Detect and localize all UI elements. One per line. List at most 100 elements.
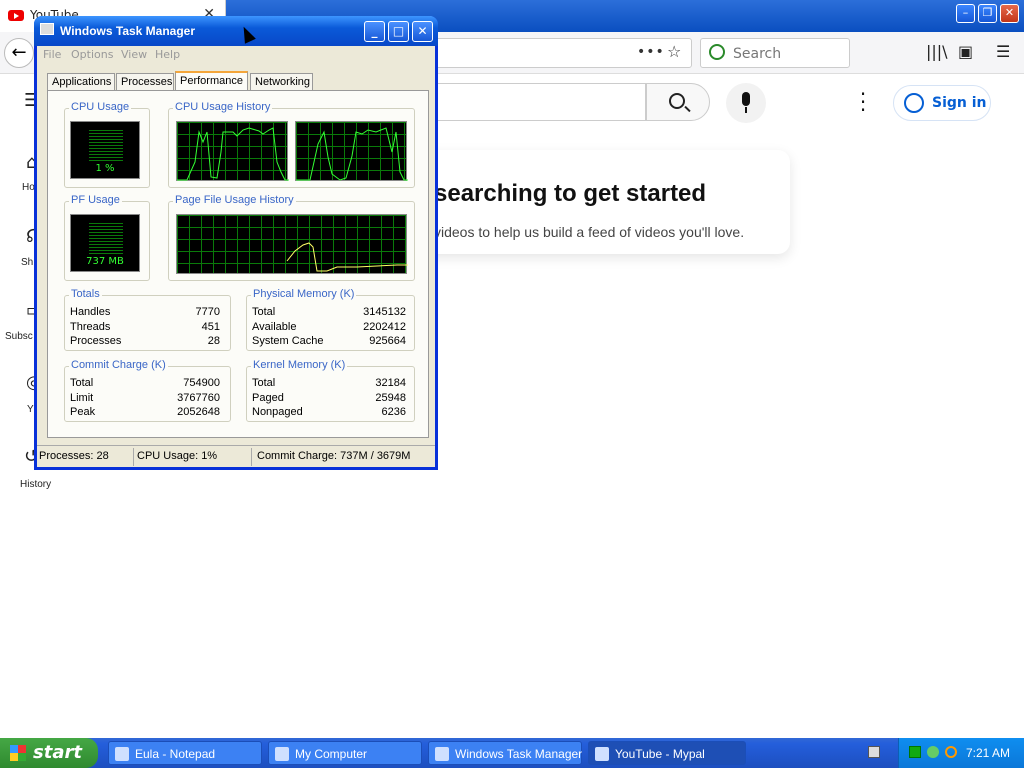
browser-search-input[interactable]: Search xyxy=(700,38,850,68)
status-processes: Processes: 28 xyxy=(39,450,109,462)
totals-value: 451 xyxy=(201,321,220,333)
sidebar-item-history[interactable]: History xyxy=(20,479,51,490)
tm-maximize-button[interactable]: □ xyxy=(388,21,409,42)
youtube-icon xyxy=(8,10,24,21)
bookmark-star-icon[interactable]: ☆ xyxy=(667,42,681,61)
cpu-history-title: CPU Usage History xyxy=(173,101,273,113)
cc-label: Limit xyxy=(70,392,94,404)
taskbar: start Eula - Notepad My Computer Windows… xyxy=(0,738,1024,768)
start-button[interactable]: start xyxy=(0,738,98,768)
status-cpu: CPU Usage: 1% xyxy=(137,450,218,462)
pf-history-graph xyxy=(176,214,408,274)
cpu-usage-group: CPU Usage 1 % xyxy=(64,101,150,188)
km-value: 25948 xyxy=(375,392,406,404)
menu-help[interactable]: Help xyxy=(155,48,180,61)
voice-search-button[interactable] xyxy=(726,83,766,123)
totals-label: Handles xyxy=(70,306,111,318)
tm-statusbar: Processes: 28 CPU Usage: 1% Commit Charg… xyxy=(37,445,435,467)
sidebar-toggle-icon[interactable]: ▣ xyxy=(958,42,973,61)
url-bar[interactable]: ••• ☆ xyxy=(420,38,692,68)
pf-usage-meter: 737 MB xyxy=(70,214,140,272)
sign-in-label: Sign in xyxy=(932,95,987,111)
system-tray: 7:21 AM xyxy=(898,738,1024,768)
cc-value: 3767760 xyxy=(177,392,220,404)
cpu-usage-title: CPU Usage xyxy=(69,101,132,113)
sidebar-item-home[interactable]: Ho xyxy=(22,182,35,193)
kernel-memory-group: Kernel Memory (K) Total 32184 Paged 25948 … xyxy=(246,359,415,422)
tab-networking[interactable]: Networking xyxy=(250,73,313,91)
tab-performance[interactable]: Performance xyxy=(175,71,248,92)
task-label: YouTube - Mypal xyxy=(615,747,705,761)
library-icon[interactable]: |||\ xyxy=(926,42,948,61)
notepad-icon xyxy=(115,747,129,761)
task-youtube-mypal[interactable]: YouTube - Mypal xyxy=(588,741,746,765)
menu-options[interactable]: Options xyxy=(71,48,113,61)
sidebar-item-subscriptions[interactable]: Subsc xyxy=(5,331,33,342)
commit-charge-group: Commit Charge (K) Total 754900 Limit 37677… xyxy=(64,359,231,422)
totals-group: Totals Handles 7770 Threads 451 Processes 2… xyxy=(64,288,231,351)
pf-history-title: Page File Usage History xyxy=(173,194,296,206)
browser-icon xyxy=(595,747,609,761)
totals-label: Threads xyxy=(70,321,111,333)
pf-history-group: Page File Usage History xyxy=(168,194,415,281)
start-label: start xyxy=(33,742,82,763)
cc-label: Peak xyxy=(70,406,96,418)
computer-icon xyxy=(275,747,289,761)
tab-applications[interactable]: Applications xyxy=(47,73,115,91)
menu-icon[interactable]: ☰ xyxy=(996,42,1010,61)
kernel-memory-title: Kernel Memory (K) xyxy=(251,359,348,371)
network-icon[interactable] xyxy=(927,746,939,758)
task-notepad[interactable]: Eula - Notepad xyxy=(108,741,262,765)
tm-close-button[interactable]: ✕ xyxy=(412,21,433,42)
cpu-history-graph-2 xyxy=(295,121,408,181)
account-icon xyxy=(904,93,924,113)
promo-title: searching to get started xyxy=(434,180,707,207)
keyboard-icon[interactable] xyxy=(868,746,880,758)
more-options-icon[interactable]: · · · xyxy=(856,84,870,120)
km-value: 6236 xyxy=(381,406,406,418)
cpu-history-graph-1 xyxy=(176,121,289,181)
cpu-usage-value: 1 % xyxy=(95,163,115,174)
menu-view[interactable]: View xyxy=(121,48,147,61)
status-commit: Commit Charge: 737M / 3679M xyxy=(257,450,411,462)
pf-usage-value: 737 MB xyxy=(86,256,124,267)
browser-search-placeholder: Search xyxy=(733,46,782,62)
pm-value: 2202412 xyxy=(363,321,406,333)
task-label: Windows Task Manager xyxy=(455,747,583,761)
microphone-icon xyxy=(742,92,750,106)
sidebar-item-shorts[interactable]: Sh xyxy=(21,257,33,268)
taskmanager-icon xyxy=(435,747,449,761)
close-button[interactable]: ✕ xyxy=(1000,4,1019,23)
sidebar-item-you[interactable]: Y xyxy=(27,404,34,415)
physical-memory-title: Physical Memory (K) xyxy=(251,288,357,300)
km-label: Paged xyxy=(252,392,284,404)
task-manager-tray-icon[interactable] xyxy=(909,746,921,758)
performance-panel: CPU Usage 1 % CPU Usage History PF Usage… xyxy=(47,90,429,438)
youtube-search-button[interactable] xyxy=(646,83,710,121)
task-manager-title: Windows Task Manager xyxy=(60,24,196,38)
tm-menubar: File Options View Help xyxy=(37,46,435,64)
promo-subtitle: videos to help us build a feed of videos… xyxy=(434,224,745,240)
pf-usage-title: PF Usage xyxy=(69,194,122,206)
pf-usage-group: PF Usage 737 MB xyxy=(64,194,150,281)
task-manager-titlebar[interactable]: Windows Task Manager _ □ ✕ xyxy=(34,16,438,46)
clock[interactable]: 7:21 AM xyxy=(966,746,1010,760)
restore-button[interactable]: ❐ xyxy=(978,4,997,23)
windows-logo-icon xyxy=(10,745,26,761)
task-label: Eula - Notepad xyxy=(135,747,216,761)
km-value: 32184 xyxy=(375,377,406,389)
task-my-computer[interactable]: My Computer xyxy=(268,741,422,765)
minimize-button[interactable]: – xyxy=(956,4,975,23)
physical-memory-group: Physical Memory (K) Total 3145132 Availab… xyxy=(246,288,415,351)
search-tray-icon[interactable] xyxy=(945,746,957,758)
menu-file[interactable]: File xyxy=(43,48,61,61)
sign-in-button[interactable]: Sign in xyxy=(893,85,991,121)
page-actions-icon[interactable]: ••• xyxy=(637,44,665,60)
task-task-manager[interactable]: Windows Task Manager xyxy=(428,741,582,765)
tm-minimize-button[interactable]: _ xyxy=(364,21,385,42)
cc-value: 754900 xyxy=(183,377,220,389)
tab-processes[interactable]: Processes xyxy=(116,73,174,91)
pm-label: System Cache xyxy=(252,335,324,347)
back-button[interactable]: ← xyxy=(4,38,34,68)
youtube-search-input[interactable] xyxy=(436,83,646,121)
